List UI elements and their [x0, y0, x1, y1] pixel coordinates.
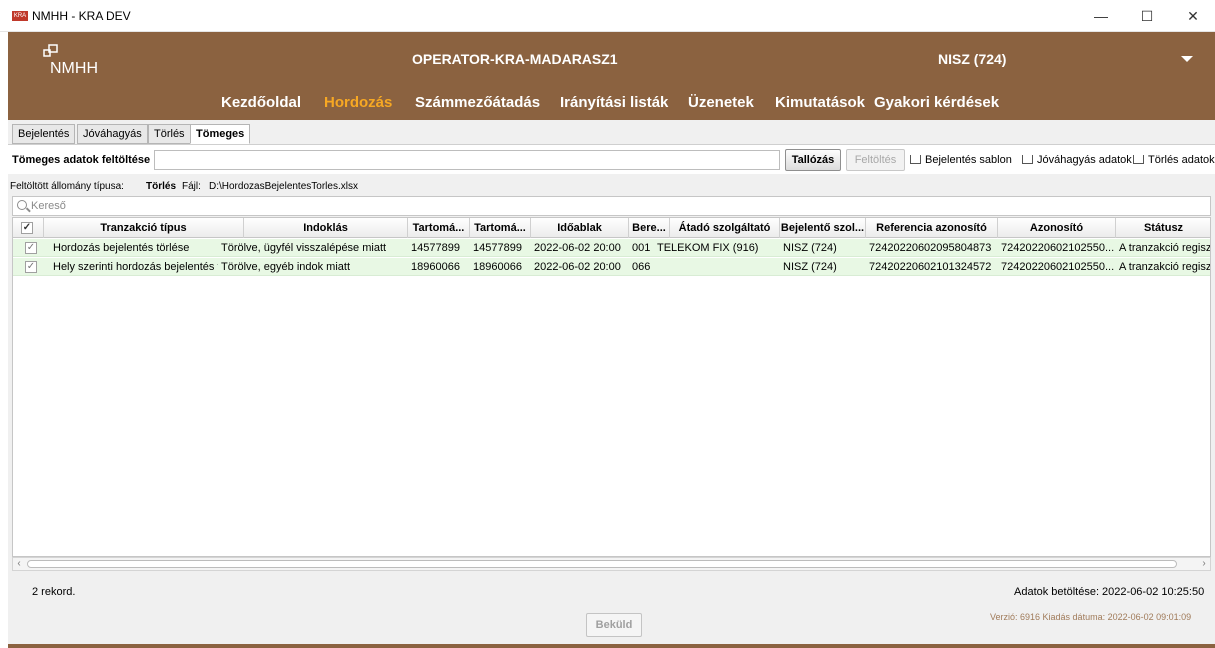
version-info: Verzió: 6916 Kiadás dátuma: 2022-06-02 0… — [990, 612, 1192, 622]
cell-statusz: A tranzakció regisztrá — [1119, 242, 1211, 254]
col-atado-szolgaltato[interactable]: Átadó szolgáltató — [670, 218, 780, 238]
tab-jovahagyas[interactable]: Jóváhagyás — [77, 124, 148, 144]
download-icon — [1133, 155, 1144, 164]
logo-text: NMHH — [50, 60, 98, 77]
cell-tartomany-2: 14577899 — [473, 242, 522, 254]
app-header: NMHH OPERATOR-KRA-MADARASZ1 NISZ (724) K… — [8, 32, 1215, 120]
nav-item-szammezoatadas[interactable]: Számmezőátadás — [415, 94, 540, 111]
nav-item-hordozas[interactable]: Hordozás — [324, 94, 392, 111]
cell-idoablak: 2022-06-02 20:00 — [534, 242, 621, 254]
organization-name: NISZ (724) — [938, 51, 1007, 67]
horizontal-scrollbar[interactable]: ‹ › — [12, 557, 1211, 571]
cell-atado-szolgaltato: TELEKOM FIX (916) — [657, 242, 759, 254]
nav-item-kezdooldal[interactable]: Kezdőoldal — [221, 94, 301, 111]
cell-azonosito: 72420220602102550... — [1001, 242, 1115, 254]
record-count: 2 rekord. — [32, 586, 76, 598]
data-loaded-timestamp: Adatok betöltése: 2022-06-02 10:25:50 — [1014, 586, 1205, 598]
table-row[interactable]: ✓ Hordozás bejelentés törlése Törölve, ü… — [13, 239, 1211, 257]
cell-idoablak: 2022-06-02 20:00 — [534, 261, 621, 273]
upload-file-input[interactable] — [154, 150, 780, 170]
col-azonosito[interactable]: Azonosító — [998, 218, 1116, 238]
window-titlebar: KRA NMHH - KRA DEV — ☐ ✕ — [0, 0, 1215, 32]
file-type-value: Törlés — [146, 181, 177, 192]
tab-tomeges[interactable]: Tömeges — [190, 124, 251, 144]
cell-indoklas: Törölve, ügyfél visszalépése miatt — [221, 242, 387, 254]
cell-bejelento-szolgaltato: NISZ (724) — [783, 242, 837, 254]
col-tranzakcio-tipus[interactable]: Tranzakció típus — [44, 218, 244, 238]
file-label: Fájl: — [182, 181, 201, 192]
cell-bejelento-szolgaltato: NISZ (724) — [783, 261, 837, 273]
tab-bejelentes[interactable]: Bejelentés — [12, 124, 76, 144]
torles-adatok-link[interactable]: Törlés adatok — [1133, 154, 1215, 166]
download-icon — [1022, 155, 1033, 164]
cell-tranzakcio-tipus: Hely szerinti hordozás bejelentés törlé.… — [53, 261, 218, 273]
table-row[interactable]: ✓ Hely szerinti hordozás bejelentés törl… — [13, 258, 1211, 276]
upload-button[interactable]: Feltöltés — [846, 149, 905, 171]
col-statusz[interactable]: Státusz — [1116, 218, 1210, 238]
search-box[interactable] — [12, 196, 1211, 216]
col-indoklas[interactable]: Indoklás — [244, 218, 408, 238]
cell-statusz: A tranzakció regisztrá — [1119, 261, 1211, 273]
nav-item-uzenetek[interactable]: Üzenetek — [688, 94, 754, 111]
main-nav: Kezdőoldal Hordozás Számmezőátadás Irány… — [8, 92, 1215, 120]
torles-adatok-label: Törlés adatok — [1148, 154, 1215, 166]
search-input[interactable] — [31, 198, 1201, 214]
cell-tartomany-1: 14577899 — [411, 242, 460, 254]
cell-tartomany-1: 18960066 — [411, 261, 460, 273]
scroll-left-icon[interactable]: ‹ — [13, 558, 25, 570]
cell-indoklas: Törölve, egyéb indok miatt — [221, 261, 351, 273]
operator-name: OPERATOR-KRA-MADARASZ1 — [412, 51, 618, 67]
file-type-label: Feltöltött állomány típusa: — [10, 181, 124, 192]
select-all-checkbox[interactable]: ✓ — [21, 222, 33, 234]
scroll-thumb[interactable] — [27, 560, 1177, 568]
col-bejelento-szolgaltato[interactable]: Bejelentő szol... — [780, 218, 866, 238]
col-bere[interactable]: Bere... — [629, 218, 670, 238]
cell-tartomany-2: 18960066 — [473, 261, 522, 273]
col-tartomany-1[interactable]: Tartomá... — [408, 218, 470, 238]
bejelentes-sablon-label: Bejelentés sablon — [925, 154, 1012, 166]
scroll-right-icon[interactable]: › — [1198, 558, 1210, 570]
cell-atado-szolgaltato — [654, 258, 780, 276]
app-frame: NMHH OPERATOR-KRA-MADARASZ1 NISZ (724) K… — [8, 32, 1215, 648]
browse-button[interactable]: Tallózás — [785, 149, 841, 171]
row-checkbox[interactable]: ✓ — [25, 242, 37, 254]
app-icon: KRA — [12, 11, 28, 21]
cell-azonosito: 72420220602102550... — [1001, 261, 1115, 273]
row-checkbox[interactable]: ✓ — [25, 261, 37, 273]
jovahagyas-adatok-label: Jóváhagyás adatok — [1037, 154, 1132, 166]
tab-torles[interactable]: Törlés — [148, 124, 191, 144]
cell-referencia-azonosito: 72420220602095804873 — [869, 242, 992, 254]
nav-item-kimutatasok[interactable]: Kimutatások — [775, 94, 865, 111]
content-panel: Bejelentés Jóváhagyás Törlés Tömeges Töm… — [8, 120, 1215, 644]
send-button[interactable]: Beküld — [586, 613, 642, 637]
download-icon — [910, 155, 921, 164]
transactions-table: ✓ Tranzakció típus Indoklás Tartomá... T… — [12, 217, 1211, 557]
minimize-button[interactable]: — — [1078, 0, 1124, 32]
col-idoablak[interactable]: Időablak — [531, 218, 629, 238]
bejelentes-sablon-link[interactable]: Bejelentés sablon — [910, 154, 1012, 166]
col-tartomany-2[interactable]: Tartomá... — [470, 218, 531, 238]
file-path: D:\HordozasBejelentesTorles.xlsx — [209, 181, 358, 192]
jovahagyas-adatok-link[interactable]: Jóváhagyás adatok — [1022, 154, 1132, 166]
window-title: NMHH - KRA DEV — [32, 9, 131, 23]
file-info-row: Feltöltött állomány típusa: Törlés Fájl:… — [8, 174, 1215, 198]
nmhh-logo[interactable]: NMHH — [30, 42, 110, 82]
upload-row: Tömeges adatok feltöltése Tallózás Feltö… — [8, 144, 1215, 174]
upload-label: Tömeges adatok feltöltése — [12, 154, 151, 166]
search-icon — [17, 200, 27, 210]
cell-tranzakcio-tipus: Hordozás bejelentés törlése — [53, 242, 190, 254]
select-all-header[interactable]: ✓ — [13, 218, 44, 238]
nav-item-iranyitasi-listak[interactable]: Irányítási listák — [560, 94, 668, 111]
maximize-button[interactable]: ☐ — [1124, 0, 1170, 32]
col-referencia-azonosito[interactable]: Referencia azonosító — [866, 218, 998, 238]
user-menu-chevron-down-icon[interactable] — [1181, 56, 1193, 62]
nav-item-gyakori-kerdesek[interactable]: Gyakori kérdések — [874, 94, 999, 111]
close-button[interactable]: ✕ — [1170, 0, 1215, 32]
table-header: ✓ Tranzakció típus Indoklás Tartomá... T… — [13, 218, 1210, 238]
cell-referencia-azonosito: 72420220602101324572 — [869, 261, 992, 273]
